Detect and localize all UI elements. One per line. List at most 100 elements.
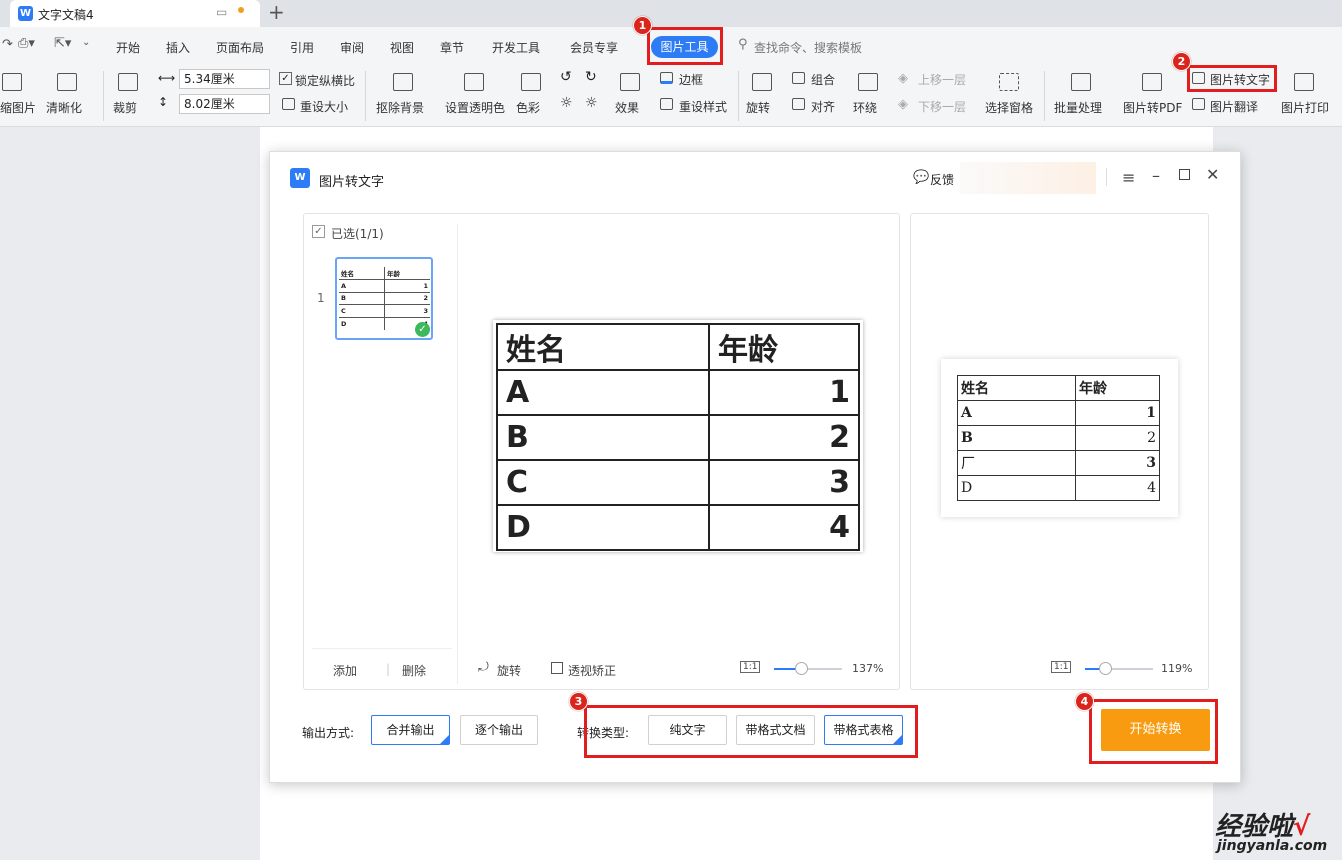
remove-bg-label[interactable]: 抠除背景	[376, 99, 424, 116]
maximize-icon[interactable]	[1179, 169, 1190, 180]
print-preview-icon[interactable]: ⎙▾	[18, 36, 35, 51]
group-label[interactable]: 组合	[811, 71, 835, 88]
border-label[interactable]: 边框	[679, 71, 703, 88]
close-icon[interactable]: ✕	[1206, 165, 1219, 184]
width-value: 5.34厘米	[184, 72, 235, 86]
color-label[interactable]: 色彩	[516, 99, 540, 116]
promo-banner[interactable]	[960, 162, 1096, 194]
transparent-label[interactable]: 设置透明色	[445, 99, 505, 116]
remove-bg-icon[interactable]	[393, 73, 413, 91]
reset-style-icon[interactable]	[660, 98, 673, 110]
rotate-right-icon[interactable]: ↻	[585, 69, 597, 85]
highlight-box-4	[1089, 699, 1218, 764]
batch-icon[interactable]	[1071, 73, 1091, 91]
height-value: 8.02厘米	[184, 97, 235, 111]
menu-insert[interactable]: 插入	[166, 39, 190, 56]
rotate-icon[interactable]	[752, 73, 772, 91]
align-icon[interactable]	[792, 98, 805, 110]
step-badge-3: 3	[569, 692, 588, 711]
perspective-button[interactable]: 透视矫正	[568, 662, 616, 679]
thumbnail-table: 姓名年龄 A1 B2 C3 D4	[339, 267, 430, 330]
menu-icon[interactable]: ≡	[1122, 168, 1135, 187]
thumbnail[interactable]: 姓名年龄 A1 B2 C3 D4 ✓	[335, 257, 433, 340]
selection-pane-icon[interactable]	[999, 73, 1019, 91]
add-button[interactable]: 添加	[333, 662, 357, 679]
screen-icon[interactable]: ▭	[216, 5, 227, 19]
batch-label[interactable]: 批量处理	[1054, 99, 1102, 116]
export-icon[interactable]: ⇱▾	[54, 36, 71, 51]
wrap-label[interactable]: 环绕	[853, 99, 877, 116]
zoom-slider-left[interactable]	[774, 662, 842, 675]
compress-label[interactable]: 缩图片	[0, 99, 36, 116]
print-icon[interactable]	[1294, 73, 1314, 91]
zoom-slider-knob[interactable]	[795, 662, 809, 675]
lock-ratio-checkbox[interactable]: ✓	[279, 72, 292, 85]
translate-icon[interactable]	[1192, 98, 1205, 110]
zoom-slider-knob[interactable]	[1099, 662, 1113, 675]
perspective-icon[interactable]	[551, 662, 563, 674]
sharpen-icon[interactable]	[57, 73, 77, 91]
feedback-link[interactable]: 反馈	[930, 171, 954, 188]
rotate-button[interactable]: 旋转	[497, 662, 521, 679]
new-tab-button[interactable]: +	[268, 0, 285, 24]
menu-view[interactable]: 视图	[390, 39, 414, 56]
selection-pane-label[interactable]: 选择窗格	[985, 99, 1033, 116]
reset-size-label[interactable]: 重设大小	[300, 98, 348, 115]
actual-size-icon[interactable]: 1:1	[740, 661, 761, 673]
effects-icon[interactable]	[620, 73, 640, 91]
result-preview: 姓名 年龄 A1 B2 厂3 D4	[941, 359, 1178, 517]
lock-ratio-label[interactable]: 锁定纵横比	[295, 72, 355, 89]
result-table: 姓名 年龄 A1 B2 厂3 D4	[957, 375, 1160, 501]
compress-icon[interactable]	[2, 73, 22, 91]
redo-icon[interactable]: ↷	[2, 37, 13, 52]
transparent-icon[interactable]	[464, 73, 484, 91]
color-icon[interactable]	[521, 73, 541, 91]
select-all-checkbox[interactable]: ✓	[312, 225, 325, 238]
command-search-input[interactable]: 查找命令、搜索模板	[754, 39, 862, 56]
brightness-down-icon[interactable]: ☼	[585, 95, 598, 111]
send-backward-icon[interactable]: ◈	[898, 97, 908, 112]
feedback-icon[interactable]: 💬	[913, 170, 929, 185]
menu-home[interactable]: 开始	[116, 39, 140, 56]
send-backward-label[interactable]: 下移一层	[918, 98, 966, 115]
menu-member[interactable]: 会员专享	[570, 39, 618, 56]
merge-output-button[interactable]: 合并输出	[371, 715, 450, 745]
rotate-label[interactable]: 旋转	[746, 99, 770, 116]
bring-forward-label[interactable]: 上移一层	[918, 71, 966, 88]
menu-references[interactable]: 引用	[290, 39, 314, 56]
menu-section[interactable]: 章节	[440, 39, 464, 56]
actual-size-icon-right[interactable]: 1:1	[1051, 661, 1072, 673]
minimize-icon[interactable]: –	[1152, 166, 1160, 185]
delete-button[interactable]: 删除	[402, 662, 426, 679]
document-tab[interactable]: W 文字文稿4 ▭	[10, 0, 260, 27]
bring-forward-icon[interactable]: ◈	[898, 71, 908, 86]
separate-output-button[interactable]: 逐个输出	[460, 715, 538, 745]
translate-label[interactable]: 图片翻译	[1210, 98, 1258, 115]
source-image: 姓名 年龄 A1 B2 C3 D4	[493, 320, 863, 552]
rotate-left-icon[interactable]: ↺	[560, 69, 572, 85]
more-chevron-icon[interactable]: ⌄	[82, 37, 90, 48]
height-input[interactable]: 8.02厘米	[179, 94, 270, 114]
brightness-up-icon[interactable]: ☼	[560, 95, 573, 111]
menu-developer[interactable]: 开发工具	[492, 39, 540, 56]
crop-label[interactable]: 裁剪	[113, 99, 137, 116]
thumb-index: 1	[317, 291, 325, 305]
menu-review[interactable]: 审阅	[340, 39, 364, 56]
zoom-slider-right[interactable]	[1085, 662, 1153, 675]
crop-icon[interactable]	[118, 73, 138, 91]
menu-page-layout[interactable]: 页面布局	[216, 39, 264, 56]
sharpen-label[interactable]: 清晰化	[46, 99, 82, 116]
wrap-icon[interactable]	[858, 73, 878, 91]
reset-size-icon[interactable]	[282, 98, 295, 110]
effects-label[interactable]: 效果	[615, 99, 639, 116]
group-icon[interactable]	[792, 72, 805, 84]
align-label[interactable]: 对齐	[811, 98, 835, 115]
to-pdf-label[interactable]: 图片转PDF	[1123, 99, 1182, 116]
to-pdf-icon[interactable]	[1142, 73, 1162, 91]
border-icon[interactable]	[660, 72, 673, 84]
print-label[interactable]: 图片打印	[1281, 99, 1329, 116]
app-window: W 文字文稿4 ▭ + ↷ ⎙▾ ⇱▾ ⌄ 开始 插入 页面布局 引用 审阅 视…	[0, 0, 1342, 860]
reset-style-label[interactable]: 重设样式	[679, 98, 727, 115]
width-input[interactable]: 5.34厘米	[179, 69, 270, 89]
rotate-tool-icon[interactable]: ⤾	[478, 660, 489, 675]
